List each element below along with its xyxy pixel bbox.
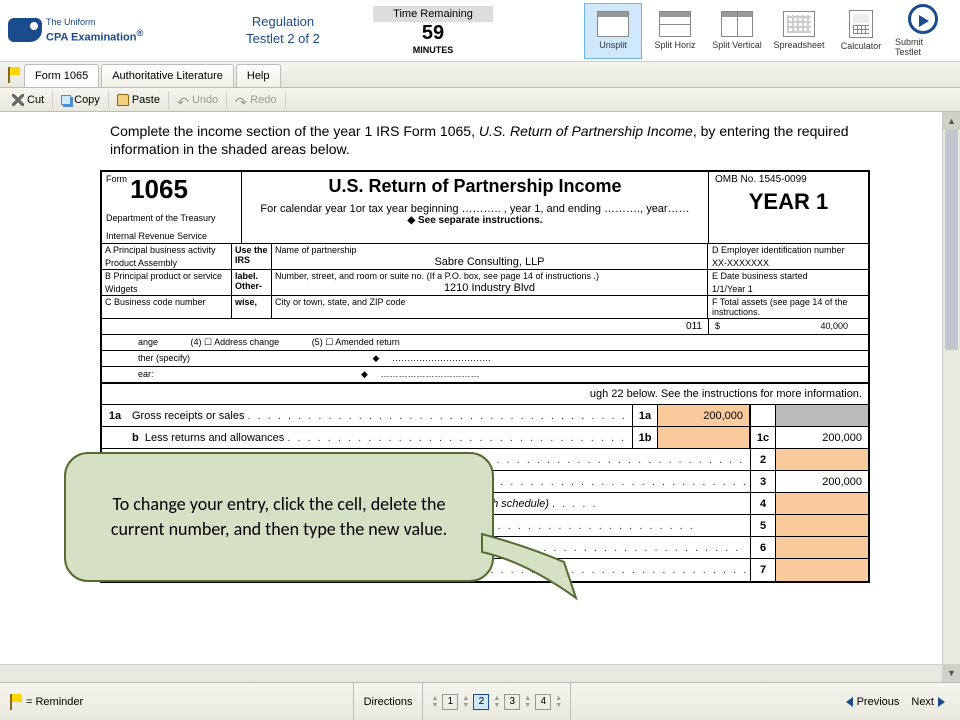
page-2[interactable]: 2 bbox=[473, 694, 489, 710]
logo-text: The Uniform CPA Examination® bbox=[46, 18, 143, 44]
copy-icon bbox=[61, 95, 71, 105]
input-2[interactable] bbox=[776, 449, 868, 470]
timer-value: 59 bbox=[358, 22, 508, 45]
tax-year: YEAR 1 bbox=[715, 189, 862, 215]
next-button[interactable]: Next bbox=[911, 696, 950, 708]
scroll-up-icon[interactable]: ▲ bbox=[943, 112, 960, 130]
tab-help[interactable]: Help bbox=[236, 64, 281, 87]
year-row: ear: ◆ …………………………… bbox=[102, 367, 868, 383]
date-started: 1/1/Year 1 bbox=[712, 281, 864, 294]
split-horiz-button[interactable]: Split Horiz bbox=[646, 3, 704, 59]
line-1a: 1a Gross receipts or sales . . . . . . .… bbox=[102, 405, 868, 427]
input-5[interactable] bbox=[776, 515, 868, 536]
value-3: 200,000 bbox=[776, 471, 868, 492]
input-6[interactable] bbox=[776, 537, 868, 558]
copy-button[interactable]: Copy bbox=[53, 91, 109, 109]
value-1c: 200,000 bbox=[776, 427, 868, 448]
line-1b: b Less returns and allowances . . . . . … bbox=[102, 427, 868, 449]
bottom-toolbar: = Reminder Directions ▲▼ 1 ▲▼ 2 ▲▼ 3 ▲▼ … bbox=[0, 682, 960, 720]
tab-form-1065[interactable]: Form 1065 bbox=[24, 64, 99, 87]
previous-button[interactable]: Previous bbox=[841, 696, 900, 708]
caution-text: ugh 22 below. See the instructions for m… bbox=[102, 384, 868, 405]
irs-label: Internal Revenue Service bbox=[106, 231, 237, 241]
form-label: Form bbox=[106, 174, 127, 184]
redo-icon bbox=[235, 94, 247, 106]
page-4[interactable]: 4 bbox=[535, 694, 551, 710]
page-arrows-icon: ▲▼ bbox=[555, 695, 562, 709]
calculator-button[interactable]: Calculator bbox=[832, 3, 890, 59]
page-3[interactable]: 3 bbox=[504, 694, 520, 710]
form-subtitle: For calendar year 1or tax year beginning… bbox=[246, 203, 704, 215]
flag-icon[interactable] bbox=[8, 67, 20, 83]
edit-toolbar: Cut Copy Paste Undo Redo bbox=[0, 88, 960, 112]
input-7[interactable] bbox=[776, 559, 868, 581]
scroll-thumb[interactable] bbox=[945, 130, 958, 350]
split-vert-icon bbox=[721, 11, 753, 37]
testlet-info: Regulation Testlet 2 of 2 bbox=[208, 14, 358, 48]
top-toolbar: The Uniform CPA Examination® Regulation … bbox=[0, 0, 960, 62]
cut-icon bbox=[12, 94, 24, 106]
input-1a[interactable]: 200,000 bbox=[658, 405, 750, 426]
content-area: Complete the income section of the year … bbox=[0, 112, 960, 682]
calculator-icon bbox=[849, 10, 873, 38]
directions-button[interactable]: Directions bbox=[353, 683, 424, 720]
paste-button[interactable]: Paste bbox=[109, 91, 169, 109]
partnership-name: Sabre Consulting, LLP bbox=[275, 255, 704, 268]
form-title: U.S. Return of Partnership Income bbox=[246, 176, 704, 197]
undo-button[interactable]: Undo bbox=[169, 91, 227, 109]
input-4[interactable] bbox=[776, 493, 868, 514]
scroll-down-icon[interactable]: ▼ bbox=[943, 664, 960, 682]
other-specify-row: ther (specify) ◆ …………………………… bbox=[102, 351, 868, 367]
input-1b[interactable] bbox=[658, 427, 750, 448]
reminder-legend: = Reminder bbox=[10, 694, 83, 710]
redo-button[interactable]: Redo bbox=[227, 91, 285, 109]
spreadsheet-icon bbox=[783, 11, 815, 37]
cpa-logo-icon bbox=[8, 18, 42, 42]
chevron-right-icon bbox=[938, 697, 950, 707]
unsplit-button[interactable]: Unsplit bbox=[584, 3, 642, 59]
spreadsheet-button[interactable]: Spreadsheet bbox=[770, 3, 828, 59]
chevron-left-icon bbox=[841, 697, 853, 707]
dept-treasury: Department of the Treasury bbox=[106, 213, 237, 223]
document-tabs: Form 1065 Authoritative Literature Help bbox=[0, 62, 960, 88]
flag-icon bbox=[10, 694, 22, 710]
scroll-area[interactable]: Complete the income section of the year … bbox=[0, 112, 960, 682]
timer-label: Time Remaining bbox=[373, 6, 493, 22]
page-arrows-icon: ▲▼ bbox=[524, 695, 531, 709]
submit-icon bbox=[908, 4, 938, 34]
field-a-value: Product Assembly bbox=[105, 255, 228, 268]
omb-number: OMB No. 1545-0099 bbox=[715, 174, 862, 185]
timer: Time Remaining 59 MINUTES bbox=[358, 6, 508, 55]
cut-button[interactable]: Cut bbox=[4, 91, 53, 109]
unsplit-icon bbox=[597, 11, 629, 37]
horizontal-scrollbar[interactable] bbox=[0, 664, 942, 682]
view-tools: Unsplit Split Horiz Split Vertical Sprea… bbox=[584, 3, 952, 59]
tab-authoritative-literature[interactable]: Authoritative Literature bbox=[101, 64, 234, 87]
page-navigator: ▲▼ 1 ▲▼ 2 ▲▼ 3 ▲▼ 4 ▲▼ bbox=[423, 683, 571, 720]
checkbox-row: ange (4) ☐ Address change (5) ☐ Amended … bbox=[102, 335, 868, 351]
page-1[interactable]: 1 bbox=[442, 694, 458, 710]
ein-value: XX-XXXXXXX bbox=[712, 255, 864, 268]
undo-icon bbox=[177, 94, 189, 106]
instructions-text: Complete the income section of the year … bbox=[110, 122, 910, 158]
page-arrows-icon: ▲▼ bbox=[431, 695, 438, 709]
see-instructions: ◆ See separate instructions. bbox=[246, 215, 704, 226]
field-b-value: Widgets bbox=[105, 281, 228, 294]
submit-testlet-button[interactable]: Submit Testlet bbox=[894, 3, 952, 59]
tooltip-callout: To change your entry, click the cell, de… bbox=[64, 452, 494, 582]
vertical-scrollbar[interactable]: ▲ ▼ bbox=[942, 112, 960, 682]
timer-unit: MINUTES bbox=[358, 45, 508, 55]
paste-icon bbox=[117, 94, 129, 106]
page-arrows-icon: ▲▼ bbox=[462, 695, 469, 709]
address-value: 1210 Industry Blvd bbox=[275, 281, 704, 294]
logo: The Uniform CPA Examination® bbox=[8, 18, 208, 44]
city-partial: 011 bbox=[102, 319, 708, 334]
split-vert-button[interactable]: Split Vertical bbox=[708, 3, 766, 59]
page-arrows-icon: ▲▼ bbox=[493, 695, 500, 709]
form-number: 1065 bbox=[130, 174, 188, 205]
split-horiz-icon bbox=[659, 11, 691, 37]
total-assets: 40,000 bbox=[820, 321, 848, 332]
